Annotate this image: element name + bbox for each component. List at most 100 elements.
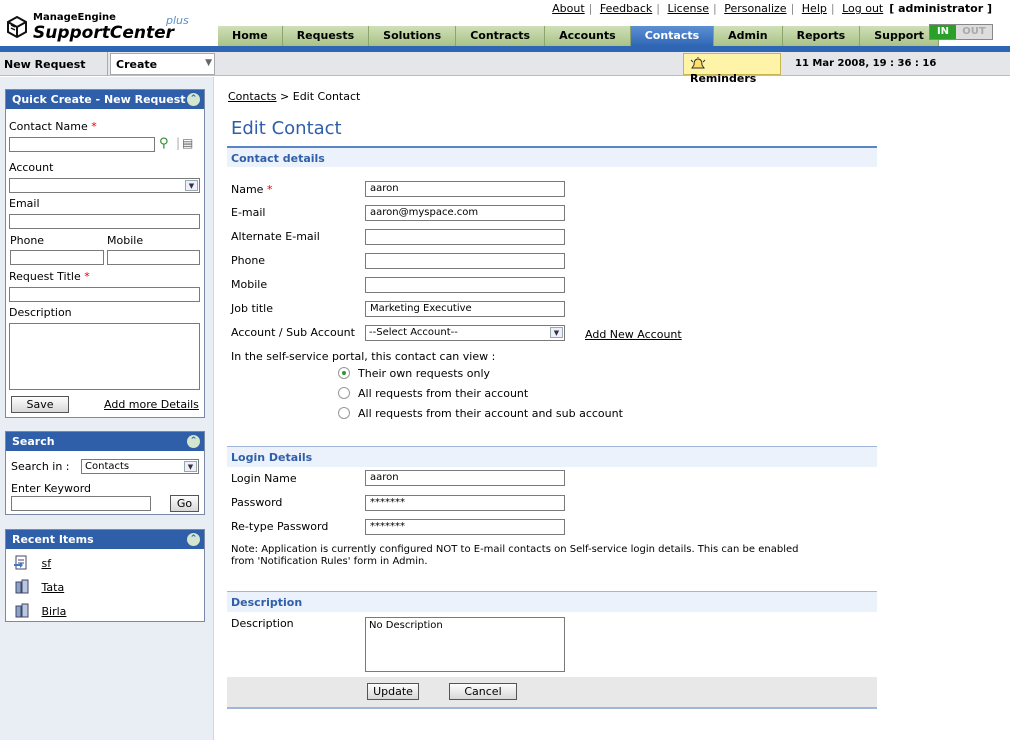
- license-link[interactable]: License: [668, 2, 709, 15]
- login-details-section: Login Details: [227, 446, 877, 467]
- name-label: Name *: [231, 183, 273, 196]
- email-input[interactable]: aaron@myspace.com: [365, 205, 565, 221]
- add-new-account-link[interactable]: Add New Account: [585, 328, 682, 341]
- reminders-button[interactable]: Reminders: [683, 53, 781, 85]
- email-input[interactable]: [9, 214, 200, 229]
- recent-items-title: Recent Items: [12, 533, 94, 546]
- recent-item[interactable]: sf: [14, 555, 51, 570]
- description-label: Description: [9, 306, 72, 319]
- recent-item-link[interactable]: Tata: [42, 581, 65, 594]
- search-in-select[interactable]: Contacts ▼: [81, 459, 199, 474]
- building-icon: [15, 603, 29, 618]
- brand-product: SupportCenter: [33, 23, 175, 43]
- keyword-input[interactable]: [11, 496, 151, 511]
- page-title: Edit Contact: [231, 118, 342, 139]
- account-select[interactable]: --Select Account-- ▼: [365, 325, 565, 341]
- collapse-icon[interactable]: ⌃: [187, 533, 200, 546]
- breadcrumb: Contacts > Edit Contact: [228, 90, 360, 103]
- in-status[interactable]: IN: [930, 25, 956, 39]
- description-textarea[interactable]: No Description: [365, 617, 565, 672]
- personalize-link[interactable]: Personalize: [724, 2, 786, 15]
- mobile-label: Mobile: [231, 278, 268, 291]
- mobile-input[interactable]: [107, 250, 200, 265]
- phone-input[interactable]: [10, 250, 104, 265]
- save-button[interactable]: Save: [11, 396, 69, 413]
- brand-vendor: ManageEngine: [33, 12, 116, 23]
- notification-note: Note: Application is currently configure…: [231, 544, 799, 567]
- recent-item[interactable]: Birla: [14, 603, 66, 618]
- tab-accounts[interactable]: Accounts: [545, 26, 631, 46]
- cancel-button[interactable]: Cancel: [449, 683, 517, 700]
- chevron-down-icon: ▼: [205, 58, 212, 68]
- keyword-label: Enter Keyword: [11, 482, 92, 495]
- update-button[interactable]: Update: [367, 683, 419, 700]
- tab-admin[interactable]: Admin: [714, 26, 783, 46]
- create-dropdown[interactable]: Create ▼: [110, 53, 215, 75]
- job-title-input[interactable]: Marketing Executive: [365, 301, 565, 317]
- recent-item-link[interactable]: sf: [42, 557, 52, 570]
- recent-item-link[interactable]: Birla: [42, 605, 67, 618]
- help-link[interactable]: Help: [802, 2, 827, 15]
- collapse-icon[interactable]: ⌃: [187, 435, 200, 448]
- email-label: E-mail: [231, 206, 266, 219]
- search-header: Search ⌃: [6, 432, 204, 451]
- search-in-label: Search in :: [11, 460, 70, 473]
- description-label: Description: [231, 617, 294, 630]
- add-more-details-link[interactable]: Add more Details: [104, 398, 199, 411]
- tab-contacts[interactable]: Contacts: [630, 26, 715, 46]
- brand-suffix: plus: [166, 14, 189, 27]
- sidebar: Quick Create - New Request ⌃ Contact Nam…: [0, 77, 214, 740]
- in-out-toggle[interactable]: IN OUT: [929, 24, 993, 40]
- tab-support[interactable]: Support: [860, 26, 939, 46]
- name-input[interactable]: aaron: [365, 181, 565, 197]
- portal-option-account-radio[interactable]: [338, 387, 350, 399]
- portal-option-own-radio[interactable]: [338, 367, 350, 379]
- divider: |: [176, 136, 181, 150]
- account-select[interactable]: ▼: [9, 178, 200, 193]
- contact-card-icon[interactable]: ▤: [182, 136, 193, 150]
- account-label: Account / Sub Account: [231, 326, 355, 339]
- tab-contracts[interactable]: Contracts: [456, 26, 546, 46]
- breadcrumb-current: > Edit Contact: [276, 90, 361, 103]
- logout-link[interactable]: Log out: [842, 2, 883, 15]
- login-name-input[interactable]: aaron: [365, 470, 565, 486]
- go-button[interactable]: Go: [170, 495, 199, 512]
- contact-search-icon[interactable]: ⚲: [159, 136, 169, 151]
- portal-option-subaccount-radio[interactable]: [338, 407, 350, 419]
- feedback-link[interactable]: Feedback: [600, 2, 652, 15]
- request-icon: [14, 555, 27, 570]
- description-textarea[interactable]: [9, 323, 200, 390]
- tab-solutions[interactable]: Solutions: [369, 26, 457, 46]
- retype-password-input[interactable]: *******: [365, 519, 565, 535]
- tab-requests[interactable]: Requests: [282, 26, 370, 46]
- password-input[interactable]: *******: [365, 495, 565, 511]
- tab-reports[interactable]: Reports: [782, 26, 861, 46]
- alternate-email-input[interactable]: [365, 229, 565, 245]
- request-title-input[interactable]: [9, 287, 200, 302]
- retype-password-label: Re-type Password: [231, 520, 329, 533]
- mobile-label: Mobile: [107, 234, 144, 247]
- search-panel: Search ⌃ Search in : Contacts ▼ Enter Key…: [5, 431, 205, 515]
- phone-input[interactable]: [365, 253, 565, 269]
- out-status[interactable]: OUT: [956, 25, 992, 39]
- reminders-label: Reminders: [690, 72, 757, 85]
- mobile-input[interactable]: [365, 277, 565, 293]
- current-user: [ administrator ]: [889, 2, 992, 15]
- quick-create-panel: Quick Create - New Request ⌃ Contact Nam…: [5, 89, 205, 418]
- tab-home[interactable]: Home: [218, 26, 283, 46]
- login-name-label: Login Name: [231, 472, 297, 485]
- contact-name-input[interactable]: [9, 137, 155, 152]
- quick-create-header: Quick Create - New Request ⌃: [6, 90, 204, 109]
- password-label: Password: [231, 496, 283, 509]
- new-request-button[interactable]: New Request: [0, 52, 108, 76]
- portal-option-subaccount-label: All requests from their account and sub …: [358, 407, 623, 420]
- portal-option-own-label: Their own requests only: [358, 367, 491, 380]
- breadcrumb-contacts-link[interactable]: Contacts: [228, 90, 277, 103]
- request-title-label: Request Title *: [9, 270, 90, 283]
- collapse-icon[interactable]: ⌃: [187, 93, 200, 106]
- main-tabs: Home Requests Solutions Contracts Accoun…: [218, 26, 939, 46]
- about-link[interactable]: About: [552, 2, 585, 15]
- portal-option-account-label: All requests from their account: [358, 387, 529, 400]
- recent-item[interactable]: Tata: [14, 579, 64, 594]
- phone-label: Phone: [10, 234, 45, 247]
